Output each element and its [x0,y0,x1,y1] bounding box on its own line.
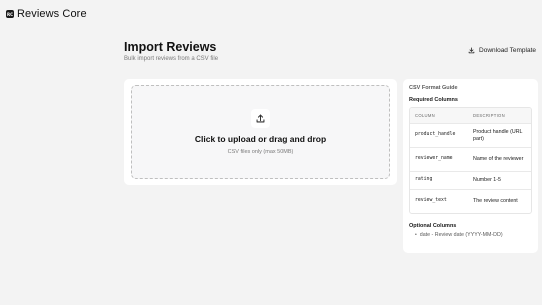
page-title: Import Reviews [124,40,217,54]
column-description: Number 1-5 [468,171,531,189]
table-row: rating Number 1-5 [410,171,531,189]
column-name: reviewer_name [410,147,468,171]
column-name: rating [410,171,468,189]
description-header: DESCRIPTION [468,108,531,123]
app-header: RC Reviews Core [6,8,87,20]
column-description: Name of the reviewer [468,147,531,171]
app-logo: RC [6,10,14,18]
optional-columns-list: • date - Review date (YYYY-MM-DD) [409,232,532,238]
file-dropzone[interactable]: Click to upload or drag and drop CSV fil… [131,85,390,179]
upload-icon [251,109,270,128]
optional-columns-label: Optional Columns [409,223,457,229]
column-name: review_text [410,189,468,213]
table-row: product_handle Product handle (URL part) [410,123,531,147]
table-row: reviewer_name Name of the reviewer [410,147,531,171]
dropzone-title: Click to upload or drag and drop [194,134,327,144]
required-columns-label: Required Columns [409,97,458,103]
download-icon [468,47,475,54]
download-template-button[interactable]: Download Template [468,47,536,54]
list-item: • date - Review date (YYYY-MM-DD) [415,232,532,238]
page-header: Import Reviews Bulk import reviews from … [124,40,218,62]
column-header: COLUMN [410,108,468,123]
app-title: Reviews Core [17,8,87,20]
column-name: product_handle [410,123,468,147]
dropzone-hint: CSV files only (max 50MB) [227,149,294,155]
guide-title: CSV Format Guide [409,85,458,91]
column-description: Product handle (URL part) [468,123,531,147]
table-row: review_text The review content [410,189,531,213]
csv-format-guide: CSV Format Guide Required Columns COLUMN… [403,79,538,253]
upload-card: Click to upload or drag and drop CSV fil… [124,79,397,185]
page-subtitle: Bulk import reviews from a CSV file [124,56,219,62]
download-template-label: Download Template [479,47,536,54]
required-columns-table: COLUMN DESCRIPTION product_handle Produc… [409,107,532,214]
column-description: The review content [468,189,531,213]
optional-column-text: date - Review date (YYYY-MM-DD) [419,232,503,238]
bullet: • [415,232,417,238]
